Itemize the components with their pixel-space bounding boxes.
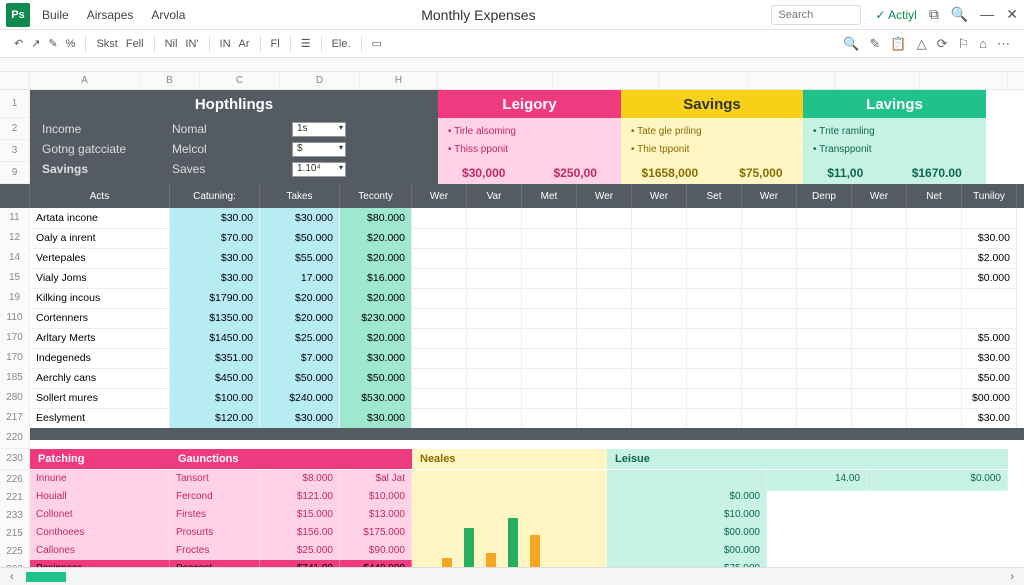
tool-dropdown[interactable]: Ele. <box>332 38 351 50</box>
undo-icon[interactable]: ↶ <box>14 37 23 50</box>
table-row[interactable]: 19Kilking incous $1790.00$20.000$20.000 <box>0 288 1024 308</box>
dropdown[interactable]: $ <box>292 142 346 157</box>
list-icon[interactable]: ☰ <box>301 37 311 50</box>
sheet-tab-bar[interactable]: ‹ › <box>0 567 1024 585</box>
percent-icon[interactable]: % <box>66 38 76 50</box>
menu-item[interactable]: Buile <box>42 8 69 22</box>
dropdown[interactable]: 1s <box>292 122 346 137</box>
summary-block-title: Leigory <box>438 90 621 118</box>
note-icon[interactable]: ✎ <box>869 36 880 52</box>
table-row[interactable]: 226 Innune Tansort $8.000 $al Jat 🔒 $00$… <box>0 470 1024 488</box>
table-row[interactable]: 110Cortenners $1350.00$20.000$230.000 <box>0 308 1024 328</box>
dropdown[interactable]: 1.10⁴ <box>292 162 346 177</box>
apply-button[interactable]: ✓ Actiyl <box>875 8 916 22</box>
table-row[interactable]: 185Aerchly cans $450.00$50.000$50.000$50… <box>0 368 1024 388</box>
spreadsheet-grid[interactable]: 1 2 3 9 Hopthlings IncomeNomal1s Gotng g… <box>0 90 1024 567</box>
formula-bar[interactable] <box>0 58 1024 72</box>
redo-icon[interactable]: ↗ <box>31 37 40 50</box>
scroll-left-icon[interactable]: ‹ <box>10 571 14 583</box>
summary-block-title: Savings <box>621 90 803 118</box>
edit-icon[interactable]: ✎ <box>48 37 57 50</box>
table-row[interactable]: 15Vialy Joms $30.0017.000$16.000$0.000 <box>0 268 1024 288</box>
tool-button[interactable]: Fl <box>271 38 280 50</box>
table-row[interactable]: 11Artata incone $30.00$30.000$80.000 <box>0 208 1024 228</box>
menu-item[interactable]: Airsapes <box>87 8 134 22</box>
refresh-icon[interactable]: ⟳ <box>937 36 948 52</box>
shape-icon[interactable]: △ <box>917 36 927 52</box>
tool-button[interactable]: Ar <box>239 38 250 50</box>
document-title: Monthly Expenses <box>185 7 771 23</box>
close-icon[interactable]: ✕ <box>1006 6 1018 23</box>
tool-button[interactable]: IN <box>220 38 231 50</box>
summary-block-title: Lavings <box>803 90 986 118</box>
tool-button[interactable]: IN' <box>185 38 198 50</box>
table-row[interactable]: 12Oaly a inrent $70.00$50.000$20.000$30.… <box>0 228 1024 248</box>
table-row[interactable]: 280Sollert mures $100.00$240.000$530.000… <box>0 388 1024 408</box>
tool-button[interactable]: Fell <box>126 38 144 50</box>
flag-icon[interactable]: ⚐ <box>957 36 969 52</box>
app-logo: Ps <box>6 3 30 27</box>
table-row[interactable]: 14Vertepales $30.00$55.000$20.000$2.000 <box>0 248 1024 268</box>
column-headers[interactable]: ABCDH <box>0 72 1024 90</box>
tool-button[interactable]: Nil <box>165 38 178 50</box>
search-input[interactable] <box>771 5 861 25</box>
tool-button[interactable]: Skst <box>96 38 117 50</box>
clipboard-icon[interactable]: 📋 <box>890 36 906 52</box>
copy-icon[interactable]: ⧉ <box>929 6 939 23</box>
label: Income <box>42 122 172 140</box>
toolbar: ↶ ↗ ✎ % Skst Fell Nil IN' IN Ar Fl ☰ Ele… <box>0 30 1024 58</box>
section-header: Patching <box>30 449 170 469</box>
home-icon[interactable]: ⌂ <box>979 36 987 52</box>
table-row[interactable]: 170Indegeneds $351.00$7.000$30.000$30.00 <box>0 348 1024 368</box>
months-header: ActsCatuning:TakesTeconty WerVarMetWerWe… <box>0 184 1024 208</box>
menu-item[interactable]: Arvola <box>151 8 185 22</box>
section-title: Hopthlings <box>30 90 438 118</box>
more-icon[interactable]: ⋯ <box>997 36 1010 52</box>
sheet-tab[interactable] <box>26 572 66 582</box>
tool-button[interactable]: ▭ <box>372 37 382 50</box>
table-row[interactable]: 217Eeslyment $120.00$30.000$30.000$30.00 <box>0 408 1024 428</box>
scroll-right-icon[interactable]: › <box>1010 571 1014 583</box>
minimize-icon[interactable]: — <box>980 6 994 23</box>
table-row[interactable]: 170Arltary Merts $1450.00$25.000$20.000$… <box>0 328 1024 348</box>
zoom-icon[interactable]: 🔍 <box>843 36 859 52</box>
search-icon[interactable]: 🔍 <box>951 6 968 23</box>
